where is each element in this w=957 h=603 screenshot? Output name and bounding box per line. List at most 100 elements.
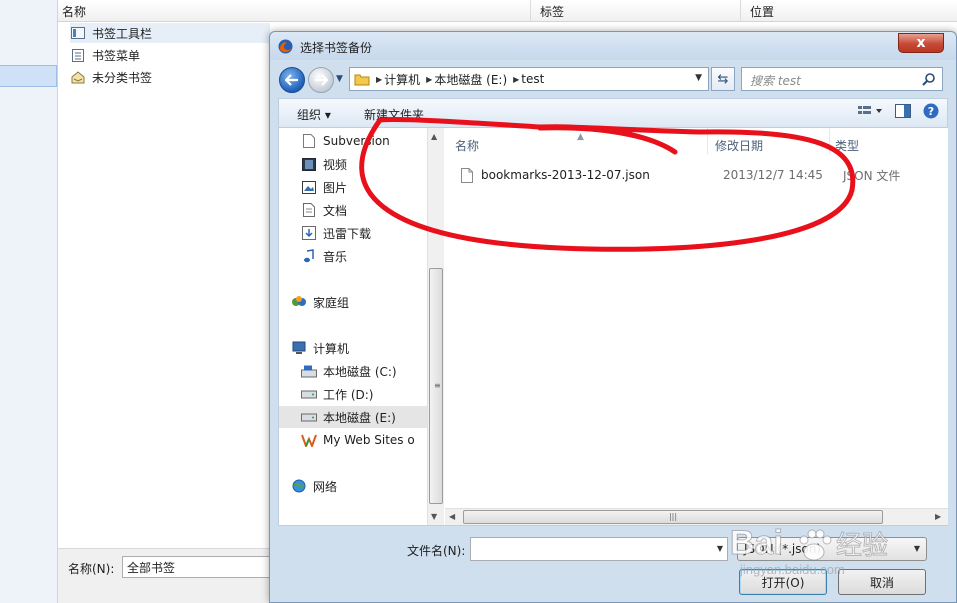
- nav-item-music[interactable]: 音乐: [301, 245, 421, 267]
- nav-item-subversion[interactable]: Subversion: [301, 130, 421, 152]
- file-row[interactable]: bookmarks-2013-12-07.json 2013/12/7 14:4…: [459, 164, 939, 186]
- scroll-right-icon[interactable]: ▶: [935, 512, 941, 521]
- nav-item-label: 迅雷下载: [323, 226, 372, 241]
- filename-label: 文件名(N):: [407, 544, 466, 558]
- firefox-icon: [278, 39, 293, 54]
- download-folder-icon: [301, 225, 317, 241]
- nav-item-videos[interactable]: 视频: [301, 153, 421, 175]
- bg-col-location[interactable]: 位置: [750, 3, 774, 20]
- column-header-date[interactable]: 修改日期: [715, 128, 763, 154]
- watermark-text: Bai: [730, 524, 783, 562]
- column-separator: [707, 128, 708, 154]
- homegroup-icon: [291, 294, 307, 310]
- computer-icon: [291, 340, 307, 356]
- library-left-pane: [0, 0, 58, 603]
- network-icon: [291, 478, 307, 494]
- filename-input[interactable]: ▼: [470, 537, 728, 561]
- close-icon: x: [916, 35, 926, 51]
- documents-icon: [301, 202, 317, 218]
- document-icon: [301, 133, 317, 149]
- column-header-type[interactable]: 类型: [835, 128, 859, 154]
- nav-item-label: 音乐: [323, 249, 348, 264]
- bg-tree-label: 书签菜单: [92, 48, 141, 63]
- nav-item-drive-c[interactable]: 本地磁盘 (C:): [301, 360, 421, 382]
- bg-tree-label: 未分类书签: [92, 70, 153, 85]
- search-placeholder: 搜索 test: [750, 74, 801, 88]
- nav-item-homegroup[interactable]: 家庭组: [291, 291, 411, 313]
- search-icon[interactable]: [922, 72, 936, 86]
- nav-item-pictures[interactable]: 图片: [301, 176, 421, 198]
- refresh-icon: ⇆: [717, 71, 729, 87]
- file-date: 2013/12/7 14:45: [723, 168, 823, 182]
- scroll-down-icon[interactable]: ▼: [431, 512, 437, 521]
- nav-item-computer[interactable]: 计算机: [291, 337, 411, 359]
- help-icon[interactable]: ?: [923, 103, 939, 122]
- grip-icon: ≡: [434, 381, 441, 390]
- nav-pane-scrollbar[interactable]: ▲ ≡ ▼: [427, 128, 444, 525]
- nav-item-label: 图片: [323, 180, 348, 195]
- bg-tree-unsorted-bookmarks[interactable]: 未分类书签: [70, 67, 152, 87]
- preview-pane-icon[interactable]: [895, 104, 911, 121]
- bg-tree-toolbar-bookmarks[interactable]: 书签工具栏: [70, 23, 270, 43]
- picture-icon: [301, 179, 317, 195]
- folder-icon: [354, 71, 370, 87]
- search-input[interactable]: 搜索 test: [741, 67, 943, 91]
- organize-button[interactable]: 组织 ▾: [297, 106, 331, 123]
- forward-button[interactable]: [308, 67, 334, 93]
- system-drive-icon: [301, 363, 317, 379]
- nav-item-label: My Web Sites o: [323, 433, 415, 447]
- bg-name-input[interactable]: 全部书签: [122, 556, 282, 578]
- bg-tree-bookmarks-menu[interactable]: 书签菜单: [70, 45, 140, 65]
- address-bar[interactable]: ▶ 计算机 ▶ 本地磁盘 (E:) ▶ test ▼: [349, 67, 709, 91]
- view-options-icon[interactable]: [857, 104, 883, 121]
- bg-tree-label: 书签工具栏: [92, 26, 153, 41]
- filename-dropdown-icon[interactable]: ▼: [717, 544, 723, 553]
- baidu-watermark: Bai 经验 jingyan.baidu.com: [730, 522, 950, 585]
- scroll-up-icon[interactable]: ▲: [431, 132, 437, 141]
- arrow-right-icon: [315, 74, 328, 86]
- nav-pane-scroll-thumb[interactable]: ≡: [429, 268, 443, 504]
- bg-col-tags[interactable]: 标签: [540, 3, 564, 20]
- column-header-name[interactable]: 名称: [455, 128, 479, 154]
- breadcrumb-test[interactable]: test: [521, 72, 544, 86]
- refresh-button[interactable]: ⇆: [711, 67, 735, 91]
- nav-item-documents[interactable]: 文档: [301, 199, 421, 221]
- nav-item-drive-e[interactable]: 本地磁盘 (E:): [279, 406, 427, 428]
- paw-icon: [799, 529, 832, 561]
- new-folder-button[interactable]: 新建文件夹: [364, 106, 424, 123]
- back-button[interactable]: [279, 67, 305, 93]
- dialog-titlebar[interactable]: 选择书签备份 x: [270, 32, 956, 60]
- nav-item-network[interactable]: 网络: [291, 475, 411, 497]
- watermark-url: jingyan.baidu.com: [739, 562, 845, 577]
- drive-icon: [301, 386, 317, 402]
- nav-item-label: 本地磁盘 (C:): [323, 364, 397, 379]
- sort-ascending-icon: ▲: [577, 132, 584, 142]
- bg-col-name[interactable]: 名称: [62, 3, 86, 20]
- nav-item-label: 工作 (D:): [323, 387, 374, 402]
- column-separator: [829, 128, 830, 154]
- bg-name-label: 名称(N):: [68, 562, 115, 576]
- library-column-header: 名称 标签 位置: [58, 0, 957, 22]
- command-toolbar: 组织 ▾ 新建文件夹 ?: [278, 98, 948, 128]
- bookmark-toolbar-icon: [70, 25, 86, 41]
- drive-icon: [301, 409, 317, 425]
- recent-locations-dropdown[interactable]: ▼: [336, 74, 348, 86]
- nav-item-label: 计算机: [313, 341, 350, 356]
- breadcrumb-drive-e[interactable]: 本地磁盘 (E:): [434, 71, 507, 88]
- file-list-pane: 名称 ▲ 修改日期 类型 bookmarks-2013-12-07.json 2…: [445, 128, 948, 525]
- address-dropdown-icon[interactable]: ▼: [695, 73, 702, 83]
- library-left-selected[interactable]: [0, 65, 57, 87]
- nav-item-drive-d[interactable]: 工作 (D:): [301, 383, 421, 405]
- bg-col-separator: [530, 0, 531, 22]
- nav-item-label: 网络: [313, 479, 338, 494]
- nav-item-xunlei-downloads[interactable]: 迅雷下载: [301, 222, 421, 244]
- nav-item-my-web-sites[interactable]: My Web Sites o: [301, 429, 421, 451]
- breadcrumb-separator-icon: ▶: [376, 74, 383, 84]
- breadcrumb-computer[interactable]: 计算机: [384, 71, 420, 88]
- bookmark-menu-icon: [70, 47, 86, 63]
- nav-item-label: 文档: [323, 203, 348, 218]
- close-button[interactable]: x: [898, 33, 944, 53]
- scroll-left-icon[interactable]: ◀: [449, 512, 455, 521]
- file-open-dialog: 选择书签备份 x ▼ ▶ 计算机 ▶ 本地磁盘 (E:) ▶ test ▼ ⇆ …: [269, 31, 957, 603]
- watermark-text-cn: 经验: [836, 531, 888, 561]
